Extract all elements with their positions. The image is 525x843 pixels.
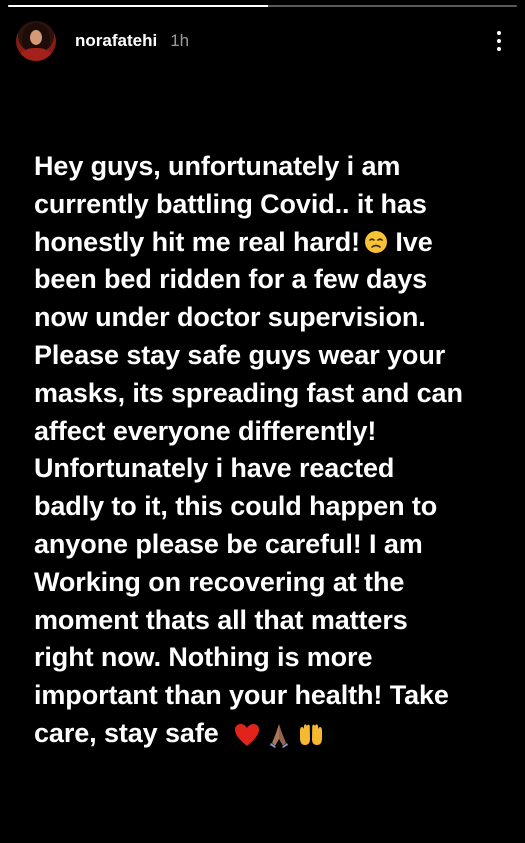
open-hands-icon [299,724,322,745]
more-icon-dot [497,39,501,43]
disappointed-face-icon [364,230,387,253]
story-header: norafatehi 1h [16,20,509,62]
more-icon-dot [497,47,501,51]
more-icon [497,31,501,35]
red-heart-icon [234,723,259,746]
folded-hands-icon [269,723,288,748]
emoji-group [233,721,325,749]
story-progress-fill [8,5,268,7]
story-text-part-2: Ive been bed ridden for a few days now u… [34,226,463,748]
story-progress-bar [8,5,517,7]
avatar[interactable] [16,21,56,61]
more-options-button[interactable] [489,26,509,56]
username[interactable]: norafatehi [75,31,157,51]
story-text: Hey guys, unfortunately i am currently b… [34,148,504,753]
timestamp: 1h [170,31,190,50]
